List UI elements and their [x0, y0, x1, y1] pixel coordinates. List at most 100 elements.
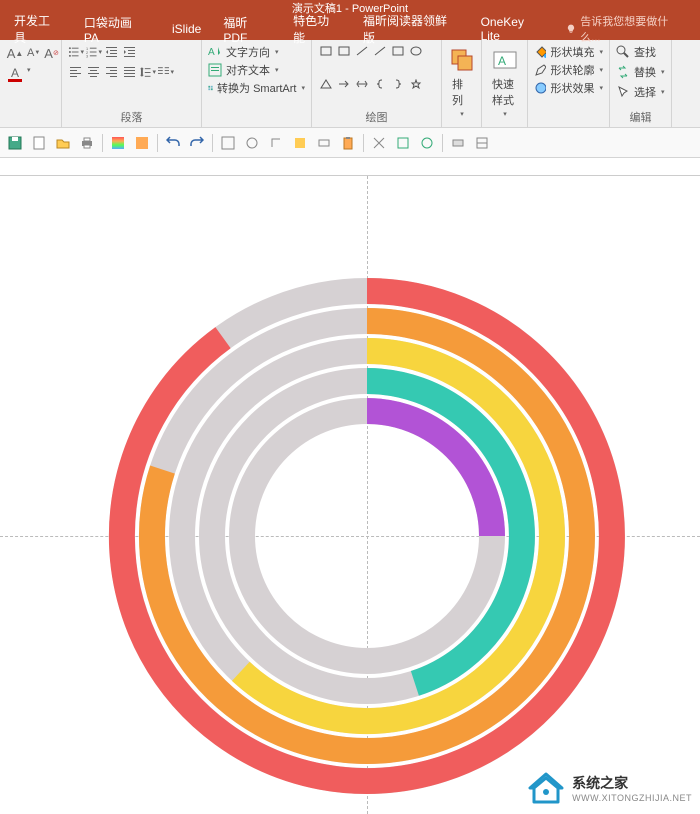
text-options-group: A 文字方向▾ 对齐文本▾ 转换为 SmartArt▾	[202, 40, 312, 127]
shape-oval[interactable]	[408, 44, 424, 58]
ribbon-tabs: 开发工具 口袋动画 PA iSlide 福昕PDF 特色功能 福昕阅读器领鲜版 …	[0, 18, 700, 40]
convert-smartart-button[interactable]: 转换为 SmartArt▾	[208, 80, 305, 96]
text-direction-icon: A	[208, 45, 222, 59]
align-left-button[interactable]	[68, 64, 84, 80]
qat-btn-g[interactable]	[394, 134, 412, 152]
qat-btn-e[interactable]	[315, 134, 333, 152]
tab-islide[interactable]: iSlide	[162, 19, 211, 39]
find-label: 查找	[634, 44, 656, 60]
chevron-down-icon[interactable]: ▾	[27, 66, 31, 84]
shape-arrow[interactable]	[336, 77, 352, 91]
ruler	[0, 158, 700, 176]
columns-button[interactable]: ▾	[158, 64, 174, 80]
text-direction-label: 文字方向	[226, 44, 270, 60]
qat-btn-f[interactable]	[370, 134, 388, 152]
pencil-icon	[534, 63, 546, 77]
replace-button[interactable]: 替换▾	[616, 64, 665, 80]
separator	[442, 134, 443, 152]
qat-paste-button[interactable]	[339, 134, 357, 152]
shape-star[interactable]	[408, 77, 424, 91]
shape-outline-label: 形状轮廓	[550, 62, 594, 78]
paragraph-group: ▾ 123▾ ▾ ▾ 段落	[62, 40, 202, 127]
smartart-label: 转换为 SmartArt	[217, 80, 296, 96]
shape-format-group: 形状填充▾ 形状轮廓▾ 形状效果▾	[528, 40, 610, 127]
align-right-button[interactable]	[104, 64, 120, 80]
replace-label: 替换	[634, 64, 656, 80]
shape-fill-button[interactable]: 形状填充▾	[534, 44, 603, 60]
document-icon	[32, 136, 46, 150]
align-text-button[interactable]: 对齐文本▾	[208, 62, 305, 78]
qat-btn-b[interactable]	[243, 134, 261, 152]
select-button[interactable]: 选择▾	[616, 84, 665, 100]
qat-btn-i[interactable]	[449, 134, 467, 152]
quick-styles-icon: A	[491, 46, 519, 74]
qat-print-button[interactable]	[78, 134, 96, 152]
clear-format-button[interactable]: A⊘	[43, 44, 60, 62]
clipboard-icon	[341, 136, 355, 150]
editing-group: 查找 替换▾ 选择▾ 编辑	[610, 40, 672, 127]
canvas-area: 系统之家 WWW.XITONGZHIJIA.NET	[0, 158, 700, 814]
smartart-icon	[208, 81, 213, 95]
shape-effects-label: 形状效果	[550, 80, 594, 96]
qat-btn-d[interactable]	[291, 134, 309, 152]
justify-button[interactable]	[122, 64, 138, 80]
shapes-gallery[interactable]	[318, 44, 424, 107]
qat-undo-button[interactable]	[164, 134, 182, 152]
arrange-button[interactable]: 排列 ▾	[448, 44, 475, 120]
font-color-button[interactable]: A	[6, 66, 24, 84]
paint-bucket-icon	[534, 45, 546, 59]
quick-styles-button[interactable]: A 快速样式 ▾	[488, 44, 521, 120]
qat-redo-button[interactable]	[188, 134, 206, 152]
qat-color2-button[interactable]	[133, 134, 151, 152]
svg-text:A: A	[208, 47, 215, 58]
shape-triangle[interactable]	[318, 77, 334, 91]
svg-text:3: 3	[86, 55, 88, 58]
quick-access-toolbar	[0, 128, 700, 158]
drawing-group: 绘图	[312, 40, 442, 127]
redo-icon	[190, 136, 204, 150]
find-button[interactable]: 查找	[616, 44, 665, 60]
text-direction-button[interactable]: A 文字方向▾	[208, 44, 305, 60]
shape-line[interactable]	[354, 44, 370, 58]
decrease-font-button[interactable]: A▼	[26, 44, 41, 62]
separator	[102, 134, 103, 152]
qat-btn-h[interactable]	[418, 134, 436, 152]
qat-btn-c[interactable]	[267, 134, 285, 152]
search-icon	[616, 45, 630, 59]
undo-icon	[166, 136, 180, 150]
qat-save-button[interactable]	[6, 134, 24, 152]
shape-rbrace[interactable]	[390, 77, 406, 91]
bullets-button[interactable]: ▾	[68, 44, 84, 60]
qat-new-button[interactable]	[30, 134, 48, 152]
quickstyles-group: A 快速样式 ▾	[482, 40, 528, 127]
qat-open-button[interactable]	[54, 134, 72, 152]
qat-btn-j[interactable]	[473, 134, 491, 152]
qat-color1-button[interactable]	[109, 134, 127, 152]
align-center-button[interactable]	[86, 64, 102, 80]
shape-line2[interactable]	[372, 44, 388, 58]
decrease-indent-button[interactable]	[104, 44, 120, 60]
shape-rect[interactable]	[318, 44, 334, 58]
arrange-group: 排列 ▾	[442, 40, 482, 127]
slide-canvas[interactable]: 系统之家 WWW.XITONGZHIJIA.NET	[0, 176, 700, 814]
select-label: 选择	[634, 84, 656, 100]
watermark-title: 系统之家	[572, 773, 692, 793]
rainbow-donut-chart[interactable]	[107, 276, 627, 796]
shape-rect2[interactable]	[336, 44, 352, 58]
shape-lbrace[interactable]	[372, 77, 388, 91]
cursor-icon	[616, 85, 630, 99]
shape-darrow[interactable]	[354, 77, 370, 91]
align-text-label: 对齐文本	[226, 62, 270, 78]
chevron-down-icon: ▾	[503, 110, 507, 118]
arrange-label: 排列	[452, 76, 471, 108]
shape-outline-button[interactable]: 形状轮廓▾	[534, 62, 603, 78]
increase-indent-button[interactable]	[122, 44, 138, 60]
shape-effects-button[interactable]: 形状效果▾	[534, 80, 603, 96]
shape-rect3[interactable]	[390, 44, 406, 58]
font-group: A▲ A▼ A⊘ A ▾	[0, 40, 62, 127]
editing-label: 编辑	[616, 107, 665, 125]
increase-font-button[interactable]: A▲	[6, 44, 24, 62]
line-spacing-button[interactable]: ▾	[140, 64, 156, 80]
numbering-button[interactable]: 123▾	[86, 44, 102, 60]
qat-btn-a[interactable]	[219, 134, 237, 152]
